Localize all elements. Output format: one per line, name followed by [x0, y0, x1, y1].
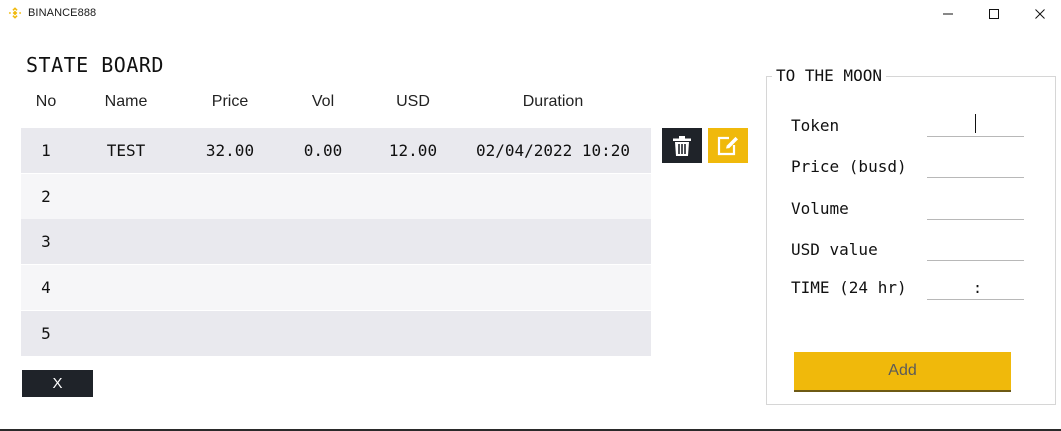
minimize-button[interactable] [925, 0, 971, 28]
cell-price: 32.00 [205, 141, 255, 160]
table-row[interactable]: 2 [21, 174, 651, 219]
cell-no: 4 [41, 278, 51, 297]
text-cursor [975, 114, 976, 133]
delete-button[interactable] [662, 128, 702, 163]
column-header-duration: Duration [522, 93, 584, 110]
clear-button[interactable]: X [22, 370, 93, 397]
title-bar: BINANCE888 [0, 0, 1061, 28]
table-row[interactable]: 5 [21, 311, 651, 356]
usd-value-input[interactable] [927, 238, 1024, 261]
state-board-title: STATE BOARD [26, 53, 164, 77]
trash-icon [673, 135, 691, 156]
volume-label: Volume [791, 199, 849, 218]
maximize-icon [989, 9, 999, 19]
edit-icon [717, 136, 738, 155]
binance-logo-icon [8, 7, 22, 19]
column-header-no: No [35, 93, 57, 110]
cell-usd: 12.00 [388, 141, 438, 160]
cell-no: 1 [41, 141, 51, 160]
add-button[interactable]: Add [794, 352, 1011, 392]
table-row[interactable]: 1 TEST 32.00 0.00 12.00 02/04/2022 10:20 [21, 128, 651, 173]
cell-no: 5 [41, 324, 51, 343]
time-separator: : [973, 279, 983, 297]
time-label: TIME (24 hr) [791, 278, 907, 297]
column-header-usd: USD [396, 93, 430, 110]
price-label: Price (busd) [791, 157, 907, 176]
column-header-price: Price [211, 93, 249, 110]
close-icon [1035, 9, 1045, 19]
usd-value-label: USD value [791, 240, 878, 259]
minimize-icon [943, 13, 953, 15]
window-title: BINANCE888 [28, 7, 97, 19]
cell-vol: 0.00 [303, 141, 343, 160]
form-title: TO THE MOON [772, 66, 886, 85]
price-input[interactable] [927, 155, 1024, 178]
edit-button[interactable] [708, 128, 748, 163]
table-row[interactable]: 4 [21, 265, 651, 310]
cell-name: TEST [106, 141, 146, 160]
maximize-button[interactable] [971, 0, 1017, 28]
column-header-vol: Vol [311, 93, 335, 110]
cell-no: 3 [41, 232, 51, 251]
volume-input[interactable] [927, 197, 1024, 220]
cell-no: 2 [41, 187, 51, 206]
table-header: No Name Price Vol USD Duration [21, 90, 651, 114]
close-window-button[interactable] [1017, 0, 1061, 28]
table-row[interactable]: 3 [21, 219, 651, 264]
column-header-name: Name [104, 93, 148, 110]
cell-duration: 02/04/2022 10:20 [475, 141, 631, 160]
token-label: Token [791, 116, 840, 135]
